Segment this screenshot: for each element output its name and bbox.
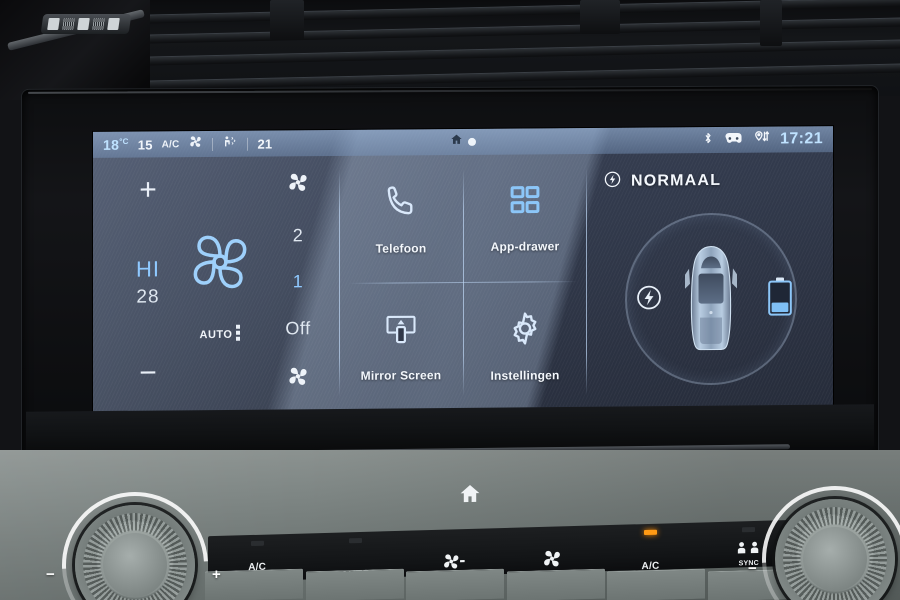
bluetooth-icon[interactable]: [702, 130, 714, 151]
clock: 17:21: [780, 130, 823, 148]
infotainment-screen[interactable]: 18°C 15 A/C 21 17:21 + HI 28 − AUTO 2 1 …: [93, 126, 833, 413]
status-bar-center: [450, 133, 476, 151]
fan-solid-icon[interactable]: [286, 364, 310, 393]
drive-mode-label: NORMAAL: [631, 171, 722, 190]
passenger-temp-knob[interactable]: −: [731, 455, 900, 600]
temperature-readout: HI 28: [136, 256, 160, 308]
driver-temp-knob[interactable]: − +: [31, 461, 239, 600]
knob-minus-label: −: [46, 566, 55, 583]
tile-mirror-screen[interactable]: Mirror Screen: [339, 283, 463, 411]
temp-value[interactable]: 28: [136, 286, 159, 308]
fan-speed-option-off[interactable]: Off: [285, 318, 310, 339]
knob-minus-label: −: [748, 560, 757, 577]
fan-speed-option-1[interactable]: 1: [293, 271, 304, 292]
temp-decrease-button[interactable]: −: [139, 356, 157, 389]
knob-plus-label: +: [212, 566, 221, 583]
energy-flow-panel[interactable]: NORMAAL: [587, 152, 833, 409]
status-divider: [247, 137, 249, 151]
auto-label: AUTO: [199, 328, 233, 342]
seat-airflow-icon[interactable]: [222, 134, 238, 154]
driver-temp-readout[interactable]: 15: [138, 137, 153, 152]
fan-outline-icon[interactable]: [286, 170, 310, 199]
vent-divider: [270, 0, 304, 40]
console-tab[interactable]: [607, 568, 705, 600]
climate-panel: + HI 28 − AUTO 2 1 Off: [93, 156, 339, 413]
sync-persons-icon: [736, 541, 762, 560]
passenger-temp-readout[interactable]: 21: [257, 136, 272, 151]
gps-transfer-icon[interactable]: [753, 129, 770, 150]
temp-hi-label[interactable]: HI: [136, 256, 160, 282]
level-bars-icon: [236, 324, 241, 341]
knob-body[interactable]: [75, 505, 195, 600]
outside-temperature: 18°C: [103, 136, 129, 153]
fan-speed-option-2[interactable]: 2: [293, 225, 304, 246]
tile-label: Telefoon: [375, 241, 427, 256]
status-divider: [212, 137, 214, 151]
vent-divider: [580, 0, 620, 34]
grid-apps-icon: [507, 183, 543, 224]
air-vent-slat: [150, 17, 900, 44]
dot-indicator-icon: [468, 137, 476, 146]
console-button-tabs: [205, 568, 805, 600]
led-indicator: [348, 537, 362, 544]
door-courtesy-light: [40, 14, 132, 34]
auto-climate-button[interactable]: AUTO: [199, 324, 241, 342]
air-vent-slat: [150, 39, 900, 66]
led-indicator: [250, 540, 264, 547]
hw-button-ac[interactable]: A/C: [621, 529, 679, 575]
fan-blades-icon[interactable]: [186, 228, 254, 302]
tile-telefoon[interactable]: Telefoon: [339, 155, 463, 283]
tile-label: Instellingen: [490, 367, 560, 383]
led-indicator: [742, 526, 756, 533]
console-tab[interactable]: [506, 568, 604, 600]
radio-icon[interactable]: [724, 130, 743, 150]
home-hardware-button[interactable]: [457, 482, 483, 511]
battery-icon: [767, 276, 793, 321]
phone-icon: [382, 183, 420, 226]
gear-icon: [506, 309, 544, 352]
fan-column: AUTO: [177, 157, 263, 413]
ac-status-label[interactable]: A/C: [162, 139, 180, 150]
power-source-icon: [635, 283, 663, 316]
status-bar-right: 17:21: [702, 129, 823, 151]
status-bar-left: 18°C 15 A/C 21: [103, 133, 272, 154]
tile-label: Mirror Screen: [360, 367, 442, 383]
bolt-circle-icon: [603, 170, 622, 194]
fan-speed-column: 2 1 Off: [265, 156, 331, 412]
temp-increase-button[interactable]: +: [139, 173, 157, 206]
knob-body[interactable]: [775, 499, 895, 600]
app-tiles: Telefoon App-drawer Mirror Screen Instel…: [339, 154, 587, 411]
drive-mode[interactable]: NORMAAL: [603, 169, 721, 194]
home-screen-content: + HI 28 − AUTO 2 1 Off Telefoon App-draw…: [93, 152, 833, 413]
fan-icon[interactable]: [188, 134, 203, 154]
tile-instellingen[interactable]: Instellingen: [463, 282, 587, 410]
console-tab[interactable]: [406, 568, 504, 600]
temperature-column: + HI 28 −: [119, 157, 177, 412]
console-tab[interactable]: [305, 568, 403, 600]
home-icon[interactable]: [450, 133, 463, 151]
housing-highlight: [28, 88, 872, 94]
led-indicator: [643, 529, 657, 536]
screen-mirror-icon: [381, 311, 421, 352]
car-top-view-icon: [680, 244, 742, 357]
vent-divider: [760, 0, 782, 46]
door-panel: [0, 0, 150, 100]
screenshot-root: 18°C 15 A/C 21 17:21 + HI 28 − AUTO 2 1 …: [0, 0, 900, 600]
tile-label: App-drawer: [490, 239, 560, 255]
tile-app-drawer[interactable]: App-drawer: [463, 154, 587, 282]
